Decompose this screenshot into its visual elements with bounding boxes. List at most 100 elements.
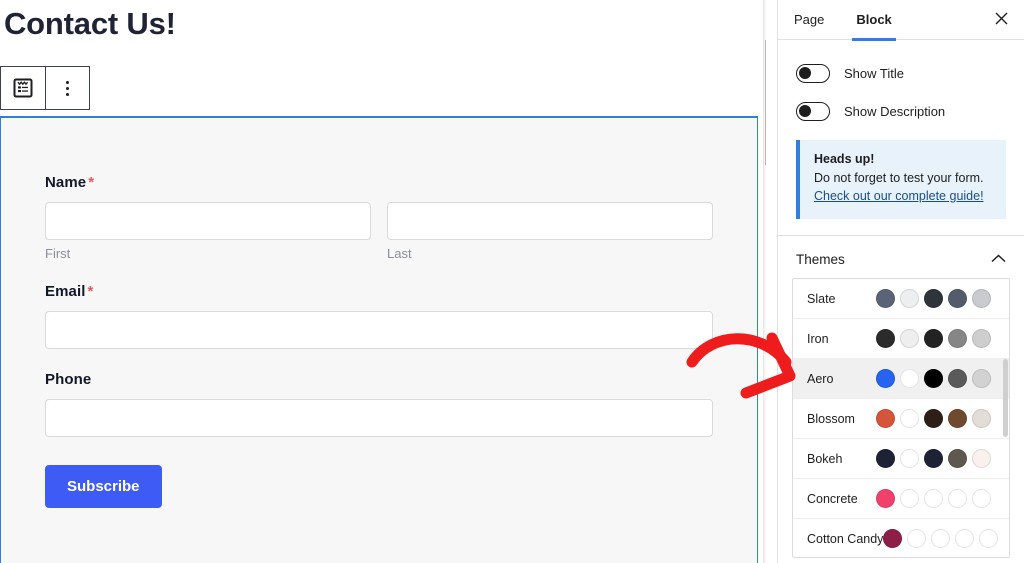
theme-swatch (924, 289, 943, 309)
theme-swatches (876, 329, 995, 349)
theme-swatch (900, 409, 919, 429)
field-name: Name * First Last (45, 174, 713, 261)
last-name-sublabel: Last (387, 246, 412, 261)
theme-swatches (876, 449, 995, 469)
screen-root: Contact Us! Name * First Last Email * Ph… (0, 0, 1024, 563)
show-description-toggle[interactable] (796, 101, 830, 121)
tab-page[interactable]: Page (778, 0, 840, 40)
more-options-vertical-dots-icon (66, 80, 69, 96)
field-phone: Phone (45, 371, 713, 437)
first-name-input[interactable] (45, 202, 371, 240)
theme-swatches (883, 529, 1002, 549)
theme-swatches (876, 409, 995, 429)
theme-swatch (876, 449, 895, 469)
subscribe-button[interactable]: Subscribe (45, 465, 162, 508)
theme-name: Iron (807, 331, 829, 346)
theme-swatch (876, 409, 895, 429)
theme-row[interactable]: Cotton Candy (793, 519, 1009, 558)
canvas-scrollbar-thumb[interactable] (765, 40, 766, 165)
settings-sidebar: Page Block Show Title Show Description H… (777, 0, 1024, 563)
theme-row[interactable]: Iron (793, 319, 1009, 360)
theme-swatch (948, 369, 967, 389)
theme-swatches (876, 489, 995, 509)
theme-swatch (907, 529, 927, 549)
page-title: Contact Us! (4, 6, 176, 41)
theme-swatch (972, 289, 991, 309)
theme-swatch (955, 529, 975, 549)
theme-row[interactable]: Blossom (793, 399, 1009, 440)
theme-swatch (876, 369, 895, 389)
form-fields-container: Name * First Last Email * Phone Subscrib… (1, 118, 757, 508)
field-email: Email * (45, 283, 713, 349)
theme-row[interactable]: Bokeh (793, 439, 1009, 480)
notice-text: Do not forget to test your form. (814, 171, 984, 185)
field-name-label-text: Name (45, 174, 87, 191)
show-description-label: Show Description (844, 103, 946, 119)
sidebar-body: Show Title Show Description Heads up! Do… (778, 54, 1024, 559)
chevron-up-icon[interactable] (991, 250, 1006, 268)
theme-swatch (876, 329, 895, 349)
theme-swatch (900, 489, 919, 509)
theme-row[interactable]: Aero (793, 359, 1009, 400)
field-phone-label: Phone (45, 371, 713, 388)
theme-name: Cotton Candy (807, 531, 884, 546)
phone-input[interactable] (45, 399, 713, 437)
theme-swatch (900, 449, 919, 469)
theme-name: Aero (807, 371, 834, 386)
form-block-icon-button[interactable] (1, 67, 45, 109)
theme-swatches (876, 289, 995, 309)
email-input[interactable] (45, 311, 713, 349)
theme-swatch (948, 329, 967, 349)
theme-swatch (972, 449, 991, 469)
show-title-toggle[interactable] (796, 63, 830, 83)
notice-guide-link[interactable]: Check out our complete guide! (814, 189, 984, 203)
theme-swatch (924, 369, 943, 389)
theme-swatch (931, 529, 951, 549)
theme-swatch (900, 289, 919, 309)
theme-row[interactable]: Slate (793, 279, 1009, 320)
field-email-label: Email * (45, 283, 713, 300)
theme-swatch (948, 489, 967, 509)
toggle-show-title-row[interactable]: Show Title (778, 54, 1024, 92)
themes-list-scrollbar-thumb[interactable] (1003, 359, 1008, 438)
theme-swatch (876, 489, 895, 509)
close-sidebar-button[interactable] (988, 7, 1014, 33)
tab-block[interactable]: Block (840, 0, 907, 41)
last-name-input[interactable] (387, 202, 713, 240)
theme-swatch (972, 489, 991, 509)
theme-swatch (972, 409, 991, 429)
field-name-label: Name * (45, 174, 713, 191)
themes-list[interactable]: Slate Iron Aero Blossom Bokeh Concrete Cotton … (792, 278, 1010, 559)
theme-swatch (924, 409, 943, 429)
toggle-show-description-row[interactable]: Show Description (778, 92, 1024, 130)
theme-swatch (883, 529, 903, 549)
theme-swatch (972, 329, 991, 349)
show-title-label: Show Title (844, 65, 904, 81)
theme-swatch (924, 489, 943, 509)
theme-swatch (924, 329, 943, 349)
form-block-icon (12, 77, 34, 99)
theme-swatch (948, 449, 967, 469)
theme-swatch (948, 289, 967, 309)
selected-form-block[interactable]: Name * First Last Email * Phone Subscrib… (0, 116, 758, 563)
first-name-sublabel: First (45, 246, 71, 261)
theme-swatch (972, 369, 991, 389)
theme-swatch (876, 289, 895, 309)
block-toolbar (0, 66, 90, 110)
theme-swatch (948, 409, 967, 429)
theme-swatch (900, 369, 919, 389)
theme-swatch (900, 329, 919, 349)
notice-title: Heads up! (814, 152, 875, 166)
field-email-label-text: Email (45, 283, 86, 300)
theme-name: Bokeh (807, 451, 843, 466)
theme-name: Concrete (807, 491, 858, 506)
editor-canvas: Contact Us! Name * First Last Email * Ph… (0, 0, 766, 563)
field-name-required-mark: * (88, 174, 95, 191)
field-phone-label-text: Phone (45, 371, 92, 388)
more-options-button[interactable] (45, 67, 89, 109)
sidebar-tabs: Page Block (778, 0, 1024, 41)
themes-section-header[interactable]: Themes (778, 236, 1024, 278)
theme-row[interactable]: Concrete (793, 479, 1009, 520)
theme-swatch (979, 529, 999, 549)
canvas-scrollbar[interactable] (763, 0, 766, 563)
